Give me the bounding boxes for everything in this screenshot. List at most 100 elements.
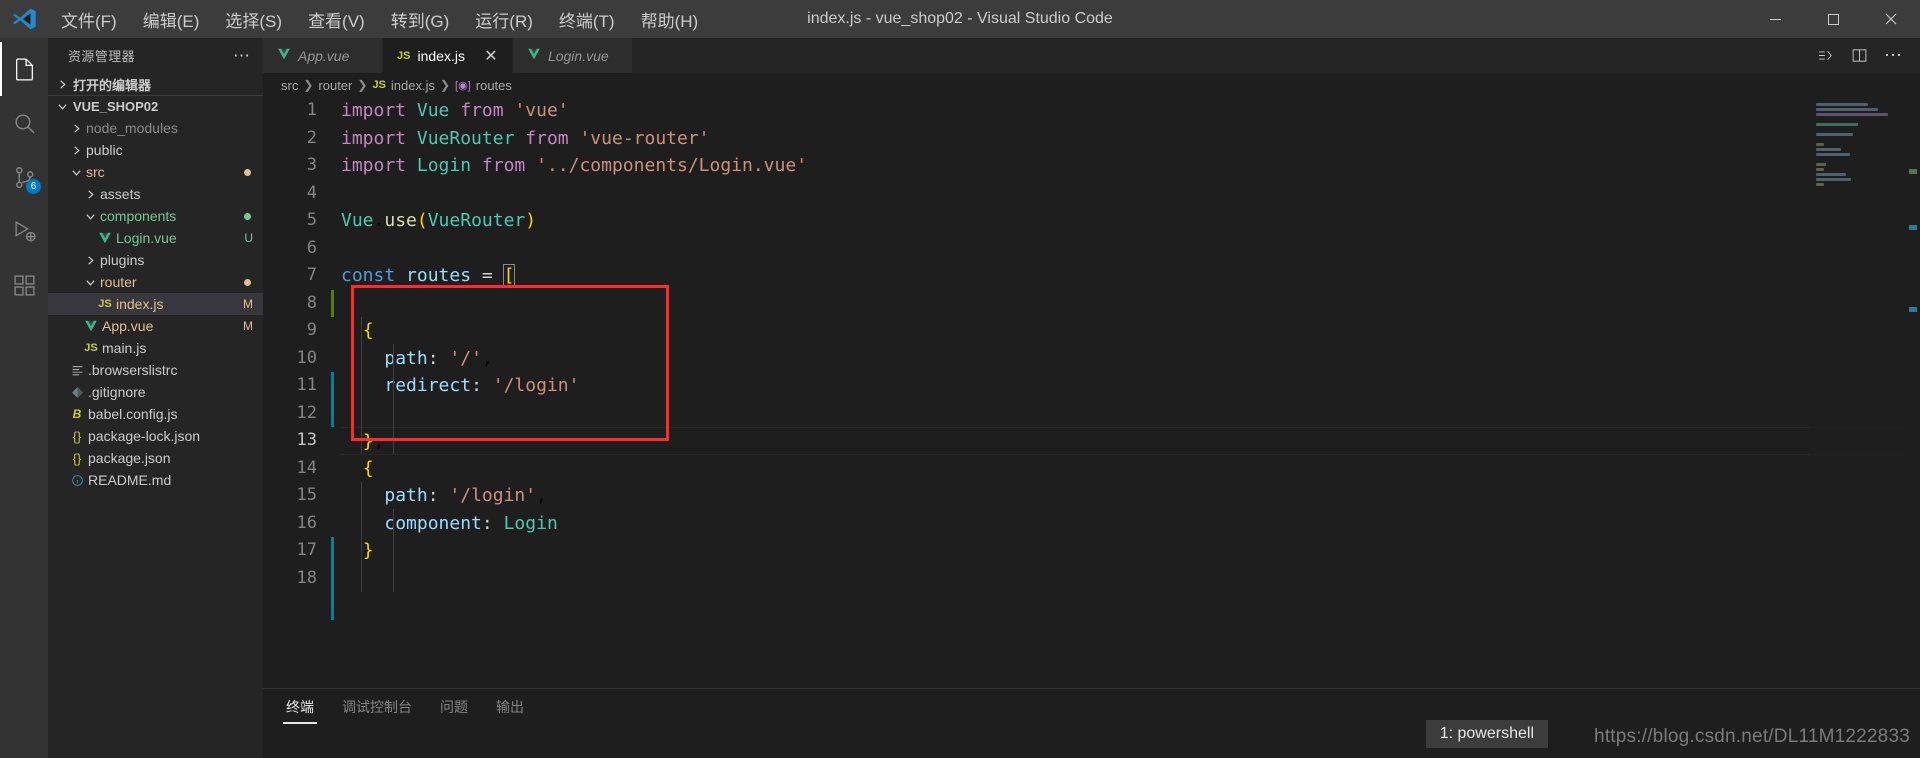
code-line[interactable]: { bbox=[341, 455, 1920, 483]
tree-item-readme[interactable]: README.md bbox=[48, 469, 263, 491]
code-line[interactable] bbox=[341, 400, 1920, 428]
tree-item-package-lock[interactable]: {} package-lock.json bbox=[48, 425, 263, 447]
split-editor-vertical-icon[interactable] bbox=[1810, 41, 1840, 71]
tab-login-vue[interactable]: Login.vue bbox=[512, 38, 633, 73]
menu-terminal[interactable]: 终端(T) bbox=[546, 3, 628, 36]
tree-item-gitignore[interactable]: .gitignore bbox=[48, 381, 263, 403]
code-editor[interactable]: 1 2 3 4 5 6 7 8 9 10 11 12 13 14 15 16 17 18 import Vue f… bbox=[263, 97, 1920, 688]
more-actions-icon[interactable]: ⋯ bbox=[227, 46, 257, 66]
section-open-editors[interactable]: 打开的编辑器 bbox=[48, 73, 263, 95]
code-line[interactable]: { bbox=[341, 317, 1920, 345]
line-number: 14 bbox=[296, 457, 317, 478]
tree-item-label: babel.config.js bbox=[88, 406, 178, 422]
code-line[interactable]: } bbox=[341, 537, 1920, 565]
tree-item-login-vue[interactable]: Login.vue U bbox=[48, 227, 263, 249]
tree-item-plugins[interactable]: plugins bbox=[48, 249, 263, 271]
code-line[interactable] bbox=[341, 290, 1920, 318]
line-number: 8 bbox=[306, 292, 317, 313]
code-line[interactable] bbox=[341, 235, 1920, 263]
search-icon[interactable] bbox=[0, 96, 48, 150]
editor-actions: ⋯ bbox=[1810, 38, 1920, 73]
line-number: 6 bbox=[306, 237, 317, 258]
project-label: VUE_SHOP02 bbox=[73, 99, 159, 114]
section-project-root[interactable]: VUE_SHOP02 bbox=[48, 95, 263, 117]
menu-help[interactable]: 帮助(H) bbox=[628, 3, 712, 36]
tree-item-browserslistrc[interactable]: .browserslistrc bbox=[48, 359, 263, 381]
chevron-down-icon bbox=[82, 211, 98, 222]
code-line[interactable]: redirect: '/login' bbox=[341, 372, 1920, 400]
source-control-icon[interactable]: 6 bbox=[0, 150, 48, 204]
menu-run[interactable]: 运行(R) bbox=[462, 3, 546, 36]
tree-item-app-vue[interactable]: App.vue M bbox=[48, 315, 263, 337]
breadcrumb-router[interactable]: router bbox=[318, 78, 352, 93]
js-file-icon: JS bbox=[98, 298, 112, 310]
tab-index-js[interactable]: JS index.js ✕ bbox=[383, 38, 513, 73]
menu-file[interactable]: 文件(F) bbox=[48, 3, 130, 36]
line-number: 9 bbox=[306, 320, 317, 340]
code-line[interactable]: import Login from '../components/Login.v… bbox=[341, 152, 1920, 180]
code-line[interactable] bbox=[341, 565, 1920, 593]
code-content[interactable]: import Vue from 'vue' import VueRouter fr… bbox=[331, 97, 1920, 688]
extensions-icon[interactable] bbox=[0, 258, 48, 312]
minimize-icon[interactable] bbox=[1746, 0, 1804, 38]
code-line[interactable]: const routes = [ bbox=[341, 262, 1920, 290]
tree-item-node-modules[interactable]: node_modules bbox=[48, 117, 263, 139]
breadcrumb-routes[interactable]: routes bbox=[476, 78, 512, 93]
code-line[interactable]: import VueRouter from 'vue-router' bbox=[341, 125, 1920, 153]
code-line[interactable]: component: Login bbox=[341, 510, 1920, 538]
panel-tab-debug-console[interactable]: 调试控制台 bbox=[339, 689, 415, 724]
tree-item-label: src bbox=[86, 164, 105, 180]
tree-item-components[interactable]: components bbox=[48, 205, 263, 227]
code-line[interactable]: path: '/login', bbox=[341, 482, 1920, 510]
code-line[interactable] bbox=[341, 180, 1920, 208]
line-number: 16 bbox=[296, 512, 317, 533]
close-icon[interactable] bbox=[1862, 0, 1920, 38]
run-debug-icon[interactable] bbox=[0, 204, 48, 258]
panel-tab-terminal[interactable]: 终端 bbox=[283, 689, 317, 724]
explorer-icon[interactable] bbox=[0, 42, 48, 96]
tree-item-src[interactable]: src bbox=[48, 161, 263, 183]
maximize-icon[interactable] bbox=[1804, 0, 1862, 38]
minimap[interactable] bbox=[1810, 97, 1906, 688]
tree-item-main-js[interactable]: JS main.js bbox=[48, 337, 263, 359]
menu-view[interactable]: 查看(V) bbox=[295, 3, 378, 36]
terminal-selector[interactable]: 1: powershell bbox=[1425, 720, 1548, 748]
breadcrumb-index-js[interactable]: index.js bbox=[391, 78, 435, 93]
line-number: 12 bbox=[296, 402, 317, 423]
tree-item-label: .gitignore bbox=[88, 384, 146, 400]
split-editor-icon[interactable] bbox=[1844, 41, 1874, 71]
breadcrumb-src[interactable]: src bbox=[281, 78, 298, 93]
tree-item-package-json[interactable]: {} package.json bbox=[48, 447, 263, 469]
chevron-right-icon bbox=[68, 123, 84, 134]
tree-item-label: App.vue bbox=[102, 318, 154, 334]
code-line[interactable]: import Vue from 'vue' bbox=[341, 97, 1920, 125]
open-editors-label: 打开的编辑器 bbox=[73, 77, 152, 93]
menu-bar: 文件(F) 编辑(E) 选择(S) 查看(V) 转到(G) 运行(R) 终端(T… bbox=[48, 3, 711, 36]
line-number: 1 bbox=[306, 100, 317, 120]
close-icon[interactable]: ✕ bbox=[482, 46, 500, 66]
tab-label: App.vue bbox=[298, 47, 350, 64]
tree-item-router[interactable]: router bbox=[48, 271, 263, 293]
chevron-down-icon bbox=[68, 167, 84, 178]
tree-item-index-js[interactable]: JS index.js M bbox=[48, 293, 263, 315]
more-actions-icon[interactable]: ⋯ bbox=[1878, 41, 1908, 71]
code-line[interactable]: }, bbox=[341, 427, 1920, 455]
editor-scrollbar[interactable] bbox=[1906, 97, 1920, 688]
menu-edit[interactable]: 编辑(E) bbox=[130, 3, 213, 36]
code-line[interactable]: path: '/', bbox=[341, 345, 1920, 373]
git-file-icon bbox=[68, 386, 86, 399]
panel-tab-output[interactable]: 输出 bbox=[493, 689, 527, 724]
tree-item-babel-config[interactable]: Bbabel.config.js bbox=[48, 403, 263, 425]
tab-app-vue[interactable]: App.vue bbox=[263, 38, 383, 73]
sidebar-explorer: 资源管理器 ⋯ 打开的编辑器 VUE_SHOP02 node_modules pu… bbox=[48, 38, 263, 758]
panel-tab-problems[interactable]: 问题 bbox=[437, 689, 471, 724]
code-line[interactable]: Vue.use(VueRouter) bbox=[341, 207, 1920, 235]
tree-item-public[interactable]: public bbox=[48, 139, 263, 161]
menu-selection[interactable]: 选择(S) bbox=[212, 3, 295, 36]
vue-file-icon bbox=[277, 47, 291, 64]
line-number: 7 bbox=[306, 265, 317, 285]
vscode-window: 文件(F) 编辑(E) 选择(S) 查看(V) 转到(G) 运行(R) 终端(T… bbox=[0, 0, 1920, 758]
menu-go[interactable]: 转到(G) bbox=[378, 3, 463, 36]
tree-item-assets[interactable]: assets bbox=[48, 183, 263, 205]
line-number: 15 bbox=[296, 485, 317, 505]
